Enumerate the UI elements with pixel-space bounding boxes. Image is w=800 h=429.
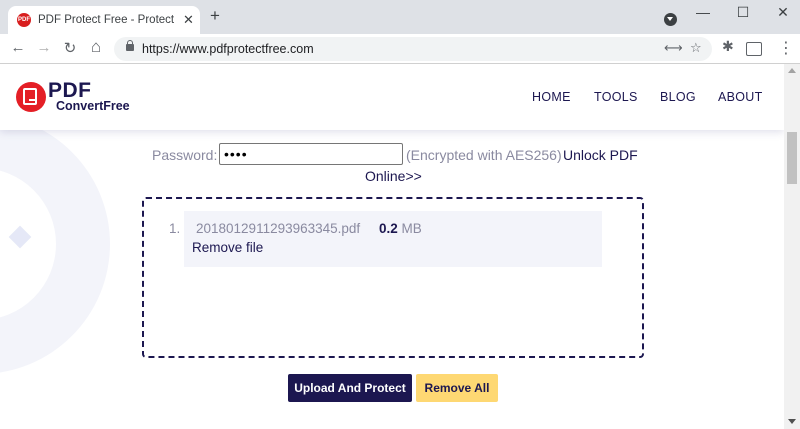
extension-grid-icon[interactable] <box>746 42 762 56</box>
password-label: Password: <box>152 147 218 163</box>
browser-chrome: PDF PDF Protect Free - Protect Mult ✕ + … <box>0 0 800 64</box>
bookmark-star-icon[interactable]: ☆ <box>690 40 702 56</box>
nav-home[interactable]: HOME <box>532 90 571 104</box>
vertical-scrollbar[interactable] <box>784 64 800 429</box>
forward-icon[interactable]: → <box>34 39 54 56</box>
file-name: 2018012911293963345.pdf <box>196 221 361 236</box>
tab-close-icon[interactable]: ✕ <box>183 12 194 28</box>
maximize-icon[interactable]: ☐ <box>730 4 756 21</box>
scroll-down-icon[interactable] <box>788 419 796 424</box>
password-value: •••• <box>224 146 248 162</box>
tab-strip: PDF PDF Protect Free - Protect Mult ✕ + … <box>0 0 800 34</box>
scroll-thumb[interactable] <box>787 132 797 184</box>
file-dropzone[interactable]: 1. 2018012911293963345.pdf 0.2 MB Remove… <box>142 197 644 358</box>
back-icon[interactable]: ← <box>8 39 28 56</box>
site-header: PDF ConvertFree HOME TOOLS BLOG ABOUT <box>0 64 784 130</box>
tab-search-icon[interactable] <box>664 13 677 26</box>
remove-file-link[interactable]: Remove file <box>192 240 263 255</box>
address-bar[interactable]: https://www.pdfprotectfree.com ⟷ ☆ <box>114 37 712 61</box>
logo-text-convertfree[interactable]: ConvertFree <box>56 99 130 113</box>
new-tab-icon[interactable]: + <box>210 7 220 24</box>
unlock-pdf-link[interactable]: Unlock PDF <box>563 147 638 163</box>
extensions-icon[interactable]: ✱ <box>722 38 734 55</box>
reload-icon[interactable]: ↻ <box>60 39 80 57</box>
translate-icon[interactable]: ⟷ <box>664 40 683 56</box>
remove-all-button[interactable]: Remove All <box>416 374 498 402</box>
window-close-icon[interactable]: ✕ <box>770 4 796 21</box>
menu-icon[interactable]: ⋮ <box>778 38 794 58</box>
nav-tools[interactable]: TOOLS <box>594 90 638 104</box>
nav-blog[interactable]: BLOG <box>660 90 696 104</box>
browser-toolbar: ← → ↻ ⌂ https://www.pdfprotectfree.com ⟷… <box>0 34 800 64</box>
nav-about[interactable]: ABOUT <box>718 90 763 104</box>
logo-icon[interactable] <box>16 82 46 112</box>
password-input[interactable]: •••• <box>219 143 403 165</box>
file-index: 1. <box>169 221 181 236</box>
encryption-note: (Encrypted with AES256) <box>406 147 562 163</box>
page-viewport: PDF ConvertFree HOME TOOLS BLOG ABOUT Pa… <box>0 64 784 429</box>
pdf-favicon-icon: PDF <box>17 13 31 27</box>
file-list-item: 1. 2018012911293963345.pdf 0.2 MB Remove… <box>169 211 602 267</box>
tab-title: PDF Protect Free - Protect Mult <box>38 14 178 26</box>
url-text[interactable]: https://www.pdfprotectfree.com <box>142 42 314 56</box>
lock-icon[interactable] <box>126 40 134 51</box>
browser-tab[interactable]: PDF PDF Protect Free - Protect Mult ✕ <box>8 6 200 34</box>
scroll-up-icon[interactable] <box>788 68 796 73</box>
file-size: 0.2 MB <box>379 221 422 236</box>
upload-and-protect-button[interactable]: Upload And Protect <box>288 374 412 402</box>
minimize-icon[interactable]: — <box>690 4 716 20</box>
unlock-pdf-link-continued[interactable]: Online>> <box>365 168 422 184</box>
home-icon[interactable]: ⌂ <box>86 37 106 57</box>
